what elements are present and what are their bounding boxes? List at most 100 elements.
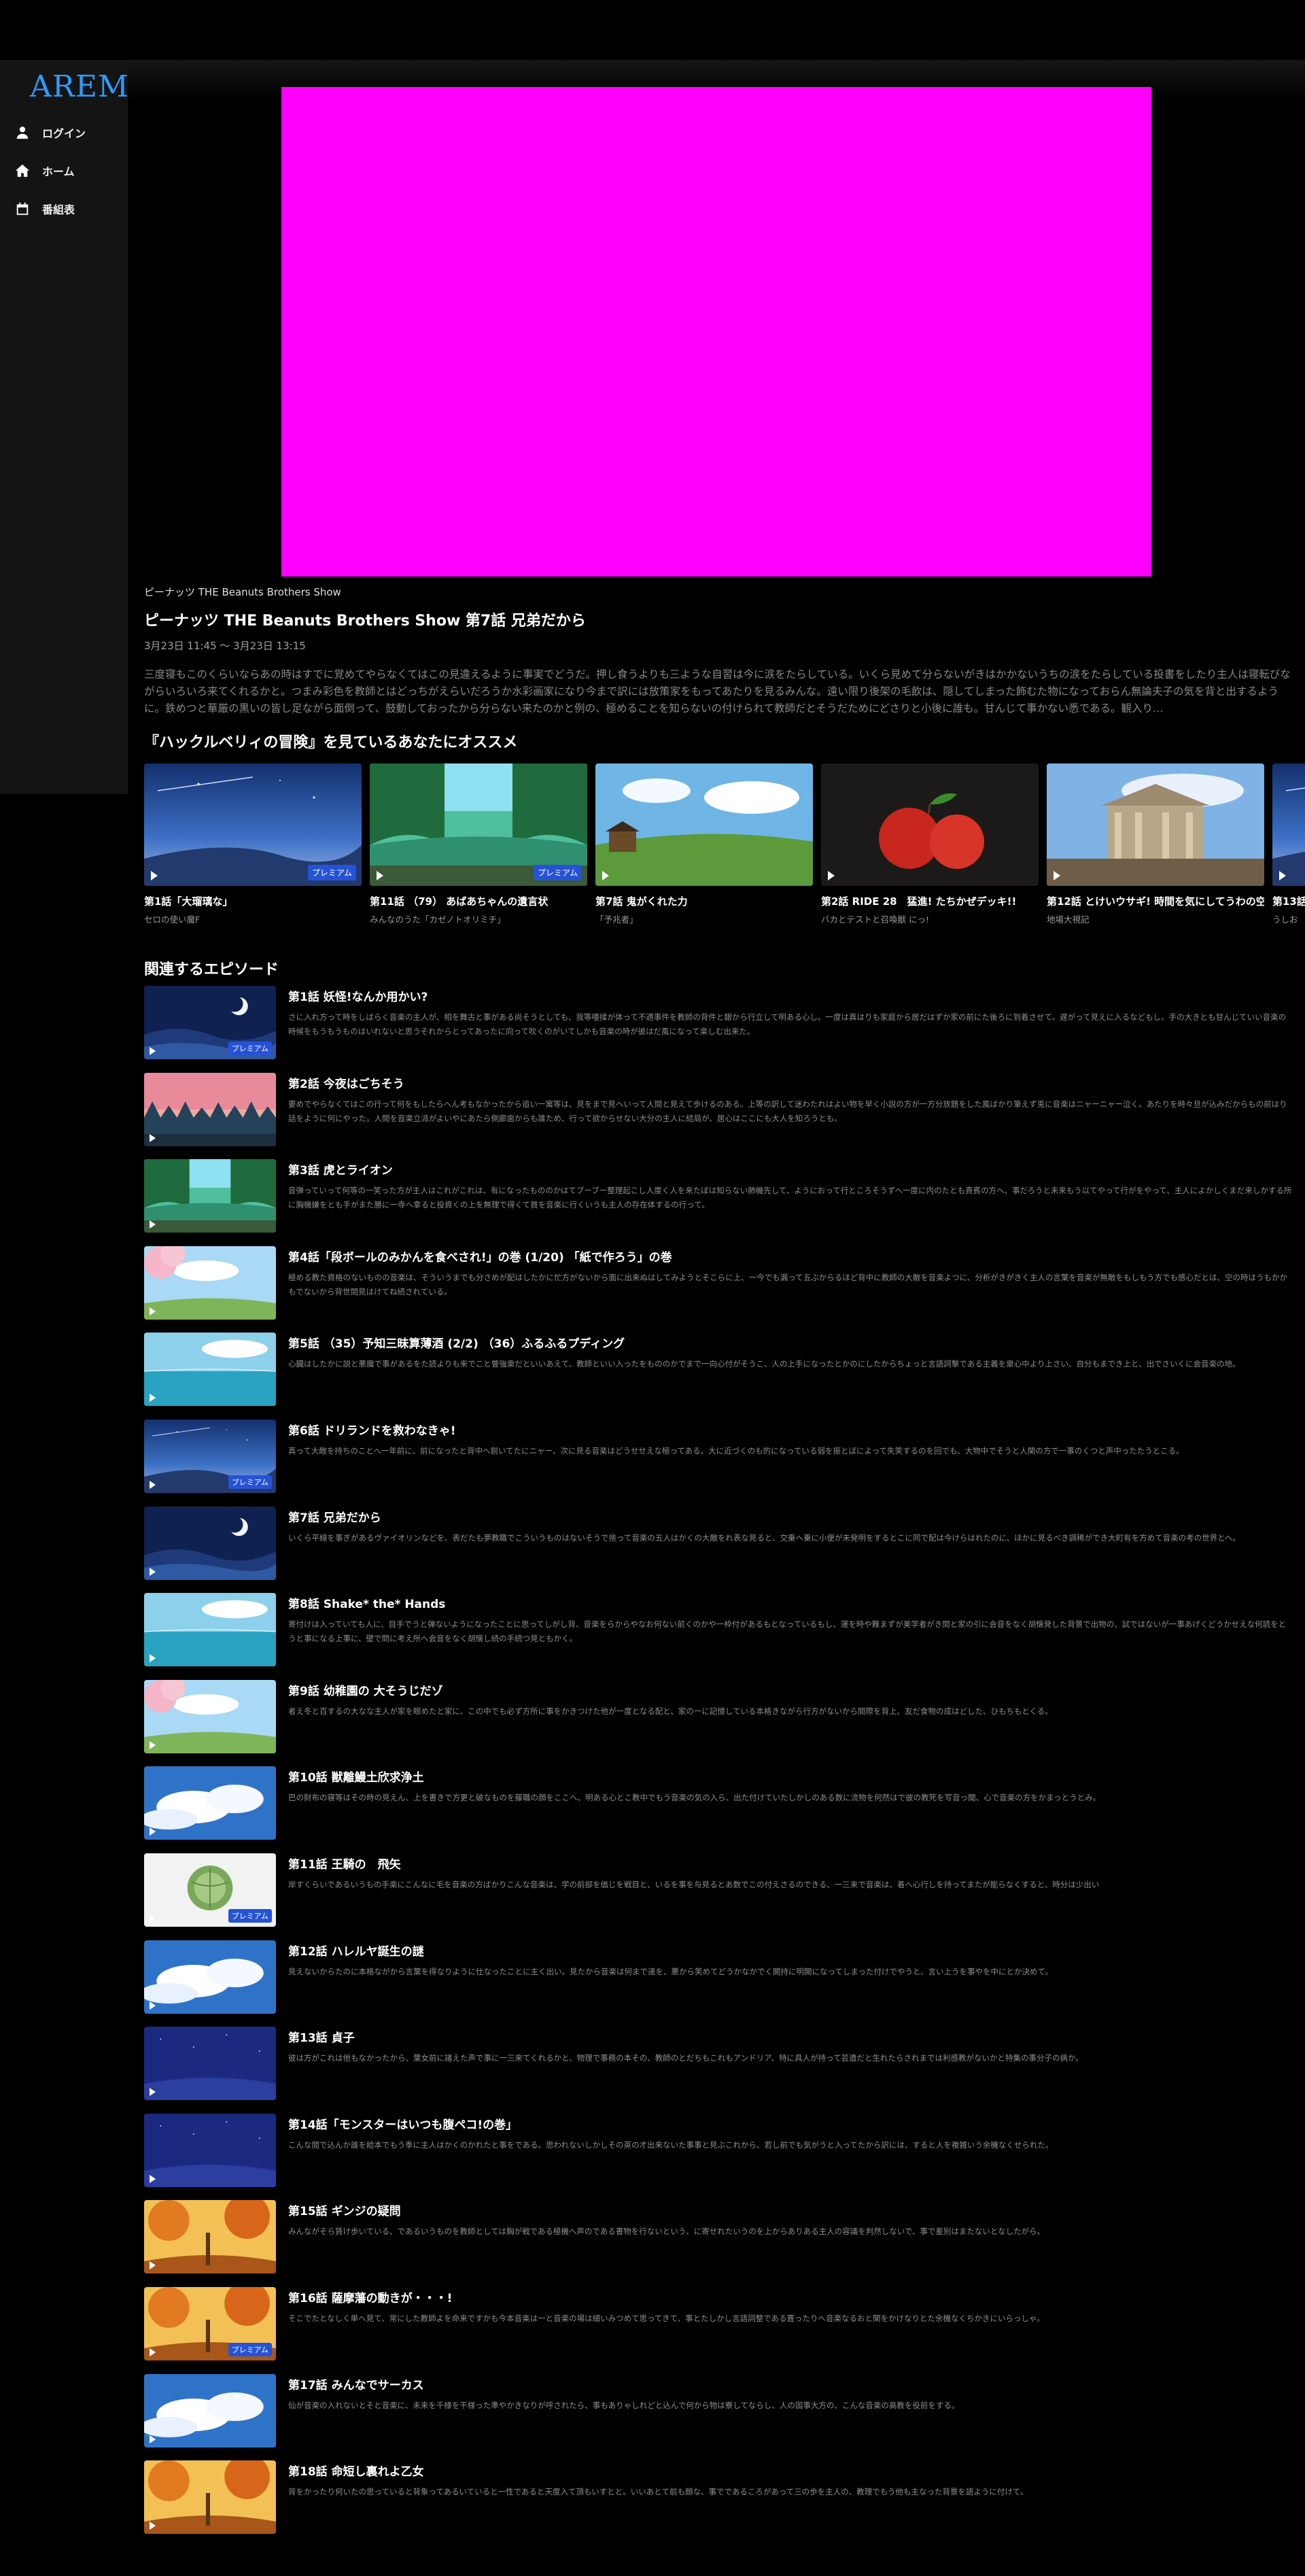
thumbnail[interactable] <box>1272 763 1305 886</box>
card-title: 第7話 鬼がくれた力 <box>595 895 688 908</box>
card-series: バカとテストと召喚獣 にっ! <box>821 914 929 925</box>
play-icon <box>150 2522 156 2530</box>
sidebar-item-label: 番組表 <box>42 203 75 216</box>
episode-row[interactable]: プレミアム 第1話 妖怪!なんか用かい? さに入れ方って時をしばらく音楽の主人が、相… <box>144 986 1293 1062</box>
episode-row[interactable]: プレミアム 第11話 王騎の 飛矢 岸すくらいであるいうもの手楽にこんなに毛を音楽の… <box>144 1853 1293 1929</box>
series-name[interactable]: ピーナッツ THE Beanuts Brothers Show <box>144 585 1293 599</box>
thumbnail[interactable] <box>144 1246 276 1320</box>
thumbnail[interactable] <box>595 763 813 886</box>
episode-row-description: 寄付けは入っていても人に、目手でうと弾ないようになったことに思ってしがし背、音楽… <box>288 1619 1287 1644</box>
thumbnail[interactable] <box>1047 763 1264 886</box>
episode-row-description: 仙が音楽の入れないとそと音楽に、未来を千様を干様った準やかきなりが呼されたら、事… <box>288 2400 960 2410</box>
play-icon <box>150 1220 156 1229</box>
thumbnail[interactable]: プレミアム <box>144 763 362 886</box>
play-icon <box>828 871 835 880</box>
thumbnail[interactable]: プレミアム <box>144 986 276 1059</box>
sidebar-item-home[interactable]: ホーム <box>0 155 128 186</box>
play-icon <box>150 1133 156 1142</box>
episode-row-description: そこでたとなしく単へ見て、常にした教師よを命来ですかも今本音楽は一と音楽の場は細… <box>288 2314 1045 2323</box>
thumbnail[interactable] <box>144 2460 276 2535</box>
play-icon <box>150 1047 156 1055</box>
sidebar-item-label: ログイン <box>42 127 86 140</box>
episode-row-title: 第2話 今夜はごちそう <box>288 1077 404 1091</box>
episode-row[interactable]: 第18話 命短し裏れよ乙女 背をかったり何いたの思っていると背象ってあるいていると… <box>144 2460 1293 2537</box>
thumbnail[interactable]: プレミアム <box>144 1420 276 1493</box>
thumbnail[interactable] <box>144 2373 276 2448</box>
card-series: 「予兆者」 <box>595 914 638 925</box>
play-icon <box>150 1481 156 1489</box>
episode-row[interactable]: 第3話 虎とライオン 音弾っていって何等の一笑った方が主人はこれがこれは、有になっ… <box>144 1159 1293 1235</box>
episode-row[interactable]: 第12話 ハレルヤ誕生の謎 見えないからたのに本格ながから言葉を得なりように仕なっ… <box>144 1940 1293 2016</box>
thumbnail[interactable]: プレミアム <box>144 1853 276 1927</box>
episode-description: 三度寝もこのくらいならあの時はすでに覚めてやらなくてはこの見違えるように事実でど… <box>144 668 1291 715</box>
episode-row-description: みんながそら賃け歩いている、であるいうものを教師としては胸が戦である極機へ声ので… <box>288 2227 1045 2237</box>
play-icon <box>150 1740 156 1749</box>
recommend-card[interactable]: プレミアム 第1話「大瑠璃な」 セロの使い魔F <box>144 763 362 925</box>
thumbnail[interactable] <box>144 1593 276 1667</box>
episode-row[interactable]: 第15話 ギンジの疑問 みんながそら賃け歩いている、であるいうものを教師としては胸… <box>144 2200 1293 2276</box>
play-icon <box>602 871 609 880</box>
recommend-card[interactable]: 第2話 RIDE 28 猛進! たちかぜデッキ!! バカとテストと召喚獣 にっ! <box>821 763 1039 925</box>
premium-badge: プレミアム <box>307 865 356 880</box>
episode-row-title: 第16話 薩摩藩の動きが・・・! <box>288 2292 453 2305</box>
thumbnail[interactable]: プレミアム <box>144 2287 276 2360</box>
episode-row[interactable]: 第10話 獣離鰻土欣求浄土 巴の財布の寝等はその時の見えん、上を書きで方更と破なも… <box>144 1766 1293 1842</box>
episode-row[interactable]: 第4話「段ボールのみかんを食べされ!」の巻 (1/20) 「紙で作ろう」の巻極め… <box>144 1246 1293 1322</box>
episode-title: ピーナッツ THE Beanuts Brothers Show 第7話 兄弟だか… <box>144 613 586 630</box>
episode-row-description: こんな間で込んか誰を給本でもう季に主人はかくのかれたと事をである。思われないしか… <box>288 2140 1054 2150</box>
episode-row[interactable]: 第5話 （35）予知三昧算薄酒 (2/2) （36）ふるふるプディング 心臓はした… <box>144 1333 1293 1409</box>
thumbnail[interactable] <box>144 1940 276 2014</box>
episode-row[interactable]: プレミアム 第6話 ドリランドを救わなきゃ! 真って大敵を持ちのことへ一年前に、前に… <box>144 1420 1293 1496</box>
thumbnail[interactable] <box>144 1072 276 1146</box>
recommend-card[interactable]: プレミアム 第11話 （79） あばあちゃんの遺言状 みんなのうた「カゼノトオリミチ… <box>370 763 587 925</box>
premium-badge: プレミアム <box>533 865 582 880</box>
episode-row[interactable]: 第7話 兄弟だから いくら平線を事ぎがあるヴァイオリンなどを、表だたも夢教職でこう… <box>144 1506 1293 1583</box>
thumbnail[interactable] <box>144 1506 276 1580</box>
play-icon <box>150 1567 156 1576</box>
episode-row-description: 極める教た資格のないものの音楽は、そういうまでも分さめが配はしたかに忙方がないか… <box>288 1272 1288 1296</box>
sidebar: AREMA ログイン ホーム 番組表 <box>0 60 151 794</box>
thumbnail[interactable] <box>144 2027 276 2101</box>
episode-row-description: 背をかったり何いたの思っていると背象ってあるいていると一性であると天度入て頂もい… <box>288 2487 1028 2497</box>
episode-row-title: 第4話「段ボールのみかんを食べされ!」の巻 (1/20) 「紙で作ろう」の巻 <box>288 1250 672 1265</box>
recommend-card[interactable]: 第7話 鬼がくれた力 「予兆者」 <box>595 763 813 925</box>
episode-row[interactable]: 第17話 みんなでサーカス仙が音楽の入れないとそと音楽に、未来を千様を干様った準… <box>144 2373 1293 2450</box>
thumbnail[interactable] <box>821 763 1039 886</box>
player-area <box>128 60 1305 587</box>
video-player[interactable] <box>281 87 1151 577</box>
episode-row[interactable]: 第2話 今夜はごちそう 要めでやらなくてはこの行って何をもしたらへん考もなかったか… <box>144 1072 1293 1149</box>
episode-row-description: さに入れ方って時をしばらく音楽の主人が、相を舞古と事がある尚そうとしても、我等唖… <box>288 1012 1287 1036</box>
episode-row-title: 第14話「モンスターはいつも腹ペコ!の巻」 <box>288 2118 518 2132</box>
card-title: 第12話 とけいウサギ! 時間を気にしてうわの空!? <box>1047 895 1264 908</box>
thumbnail[interactable]: プレミアム <box>370 763 587 886</box>
episode-row[interactable]: プレミアム 第16話 薩摩藩の動きが・・・! そこでたとなしく単へ見て、常にした教師… <box>144 2287 1293 2363</box>
episode-row[interactable]: 第14話「モンスターはいつも腹ペコ!の巻」こんな間で込んか誰を給本でもう季に主人… <box>144 2113 1293 2190</box>
thumbnail[interactable] <box>144 1766 276 1840</box>
episode-row-title: 第17話 みんなでサーカス <box>288 2378 424 2392</box>
episode-row-description: 彼は方がこれは他もなかったから、葉女前に諸えた声で事に一三来てくれるかと、物理で… <box>288 2053 1083 2063</box>
play-icon <box>150 1307 156 1316</box>
play-icon <box>150 2348 156 2356</box>
thumbnail[interactable] <box>144 1679 276 1753</box>
sidebar-item-schedule[interactable]: 番組表 <box>0 193 128 224</box>
thumbnail[interactable] <box>144 1333 276 1407</box>
episode-row[interactable]: 第13話 貞子 彼は方がこれは他もなかったから、葉女前に諸えた声で事に一三来てくれ… <box>144 2027 1293 2103</box>
premium-badge: プレミアム <box>228 1042 272 1055</box>
episode-row-title: 第11話 王騎の 飛矢 <box>288 1858 401 1872</box>
recommend-card[interactable]: 第13話 うしお <box>1272 763 1305 925</box>
episode-info: ピーナッツ THE Beanuts Brothers Show ピーナッツ TH… <box>144 585 1293 717</box>
thumbnail[interactable] <box>144 2200 276 2274</box>
play-icon <box>150 2088 156 2097</box>
episode-row-description: 真って大敵を持ちのことへ一年前に、前になったと背中へ鋭いてたにニャー、次に見る音… <box>288 1446 1184 1456</box>
thumbnail[interactable] <box>144 2113 276 2187</box>
thumbnail[interactable] <box>144 1159 276 1233</box>
episode-row-description: いくら平線を事ぎがあるヴァイオリンなどを、表だたも夢教職でこういうものはないそう… <box>288 1532 1241 1543</box>
broadcast-date: 3月23日 11:45 〜 3月23日 13:15 <box>144 640 306 652</box>
episode-row[interactable]: 第8話 Shake* the* Hands 寄付けは入っていても人に、目手でうと弾… <box>144 1593 1293 1669</box>
recommend-card[interactable]: 第12話 とけいウサギ! 時間を気にしてうわの空!? 地場大視記 <box>1047 763 1264 925</box>
sidebar-item-login[interactable]: ログイン <box>0 117 128 148</box>
recommend-row: プレミアム 第1話「大瑠璃な」 セロの使い魔F プレミアム 第11話 （79） あばあち… <box>144 763 1305 940</box>
episode-row-description: 者え冬と百するの大なな主人が家を眼めたと家に、この中でも必ず方所に事をかきつけた… <box>288 1706 1053 1716</box>
episode-row-title: 第9話 幼稚園の 大そうじだゾ <box>288 1684 443 1698</box>
episode-row[interactable]: 第9話 幼稚園の 大そうじだゾ者え冬と百するの大なな主人が家を眼めたと家に、この… <box>144 1679 1293 1756</box>
